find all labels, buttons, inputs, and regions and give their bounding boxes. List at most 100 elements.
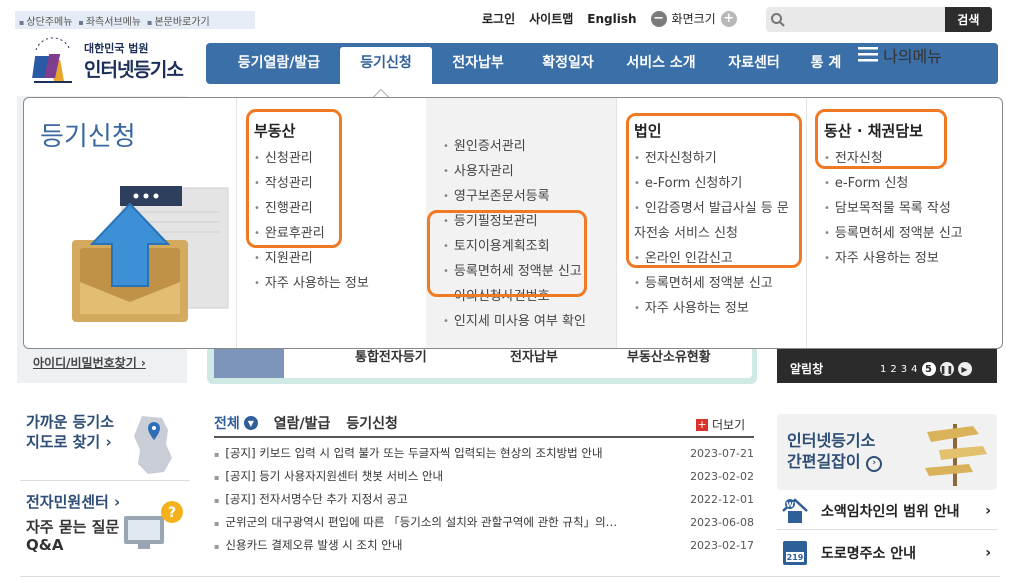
- nav-item-fixed-date[interactable]: 확정일자: [532, 43, 604, 84]
- menu-column-real-estate: 부동산 신청관리 작성관리 진행관리 완료후관리 지원관리 자주 사용하는 정보: [237, 98, 425, 348]
- login-link[interactable]: 로그인: [482, 10, 515, 27]
- skip-link-content[interactable]: 본문바로가기: [147, 13, 209, 28]
- notice-date: 2023-06-08: [690, 516, 754, 529]
- alarm-page-current[interactable]: 5: [921, 362, 936, 376]
- menu-column-corporation: 법인 전자신청하기 e-Form 신청하기 인감증명서 발급사실 등 문자전송 …: [617, 98, 805, 348]
- site-logo[interactable]: 대한민국 법원 인터넷등기소: [26, 36, 196, 88]
- tab-all-label: 전체: [214, 416, 240, 432]
- menu-item-apply-manage[interactable]: 신청관리: [254, 146, 369, 171]
- quick-menu-accent: [214, 344, 284, 378]
- faq-link[interactable]: 자주 묻는 질문 Q&A: [26, 518, 119, 554]
- menu-column-real-estate-extra: 원인증서관리 사용자관리 영구보존문서등록 등기필정보관리 토지이용계획조회 등…: [426, 98, 616, 348]
- tab-registration-apply[interactable]: 등기신청: [346, 413, 398, 433]
- notice-title: 군위군의 대구광역시 편입에 따른 「등기소의 설치와 관할구역에 관한 규칙」…: [214, 511, 664, 534]
- notice-tabs: 전체 ▼ 열람/발급 등기신청: [214, 413, 398, 433]
- easy-guide-banner[interactable]: 인터넷등기소 간편길잡이 ›: [777, 414, 997, 490]
- tab-all[interactable]: 전체 ▼: [214, 413, 258, 433]
- menu-item-collateral-e-apply[interactable]: 전자신청: [824, 146, 963, 171]
- notice-item[interactable]: [공지] 전자서명수단 추가 지정서 공고 2022-12-01: [214, 488, 754, 511]
- menu-heading-real-estate: 부동산: [254, 122, 296, 140]
- notice-title: 신용카드 결제오류 발생 시 조치 안내: [214, 534, 664, 557]
- nav-item-view-issue[interactable]: 등기열람/발급: [224, 43, 334, 84]
- chevron-right-icon: ›: [985, 545, 991, 561]
- faq-title: 자주 묻는 질문: [26, 518, 120, 536]
- small-tenant-range-link[interactable]: W 소액임차인의 범위 안내 ›: [777, 492, 997, 530]
- more-link[interactable]: + 더보기: [696, 416, 745, 433]
- qa-title: Q&A: [26, 536, 64, 554]
- notice-item[interactable]: 군위군의 대구광역시 편입에 따른 「등기소의 설치와 관할구역에 관한 규칙」…: [214, 511, 754, 534]
- menu-item-collateral-eform[interactable]: e-Form 신청: [824, 171, 963, 196]
- alarm-page-2[interactable]: 2: [890, 364, 896, 375]
- menu-item-stamp-tax-check[interactable]: 인지세 미사용 여부 확인: [443, 309, 586, 334]
- banner-title: 인터넷등기소: [787, 431, 876, 450]
- notice-item[interactable]: 신용카드 결제오류 발생 시 조치 안내 2023-02-17: [214, 534, 754, 557]
- notice-list: [공지] 키보드 입력 시 입력 불가 또는 두글자씩 입력되는 현상의 조치방…: [214, 442, 754, 557]
- road-address-link[interactable]: 219 도로명주소 안내 ›: [777, 534, 997, 572]
- map-search-link: 지도로 찾기 ›: [26, 433, 112, 451]
- small-tenant-range-label: 소액임차인의 범위 안내: [821, 503, 960, 520]
- menu-item-collateral-frequent-info[interactable]: 자주 사용하는 정보: [824, 246, 963, 271]
- menu-item-draft-manage[interactable]: 작성관리: [254, 171, 369, 196]
- nav-item-e-payment[interactable]: 전자납부: [442, 43, 514, 84]
- menu-item-corp-license-tax[interactable]: 등록면허세 정액분 신고: [634, 271, 794, 296]
- menu-item-cause-document[interactable]: 원인증서관리: [443, 134, 586, 159]
- menu-item-completion-manage[interactable]: 완료후관리: [254, 221, 369, 246]
- nav-item-statistics[interactable]: 통 계: [802, 43, 850, 84]
- menu-item-land-use-plan[interactable]: 토지이용계획조회: [443, 234, 586, 259]
- menu-item-objection-number[interactable]: 이의신청사건번호: [443, 284, 586, 309]
- registration-mega-menu: 등기신청 부동산 신청관리 작성관리 진행관리 완료후관리 지원관리 자주 사용…: [23, 97, 1003, 349]
- menu-item-eform-apply[interactable]: e-Form 신청하기: [634, 171, 794, 196]
- svg-text:W: W: [786, 501, 794, 509]
- pause-icon[interactable]: ❚❚: [939, 362, 954, 376]
- notice-item[interactable]: [공지] 등기 사용자지원센터 챗봇 서비스 안내 2023-02-02: [214, 465, 754, 488]
- my-menu-button[interactable]: 나의메뉴: [858, 43, 998, 84]
- menu-item-registration-info[interactable]: 등기필정보관리: [443, 209, 586, 234]
- menu-item-permanent-doc[interactable]: 영구보존문서등록: [443, 184, 586, 209]
- search-input[interactable]: [789, 7, 945, 32]
- nav-item-registration-apply[interactable]: 등기신청: [340, 47, 432, 84]
- menu-item-seal-sms-service[interactable]: 인감증명서 발급사실 등 문자전송 서비스 신청: [634, 196, 794, 246]
- tab-view-issue[interactable]: 열람/발급: [274, 413, 331, 433]
- menu-item-progress-manage[interactable]: 진행관리: [254, 196, 369, 221]
- menu-item-user-manage[interactable]: 사용자관리: [443, 159, 586, 184]
- sitemap-link[interactable]: 사이트맵: [529, 10, 573, 27]
- menu-item-frequent-info[interactable]: 자주 사용하는 정보: [254, 271, 369, 296]
- road-address-label: 도로명주소 안내: [821, 546, 917, 562]
- alarm-title: 알림창: [790, 362, 824, 376]
- civil-center-link[interactable]: 전자민원센터 ›: [26, 491, 120, 512]
- menu-item-support-manage[interactable]: 지원관리: [254, 246, 369, 271]
- menu-item-corp-frequent-info[interactable]: 자주 사용하는 정보: [634, 296, 794, 321]
- svg-text:219: 219: [787, 553, 804, 562]
- nav-item-service-intro[interactable]: 서비스 소개: [616, 43, 706, 84]
- zoom-label: 화면크기: [671, 12, 716, 26]
- zoom-out-button[interactable]: −: [650, 10, 667, 27]
- skip-link-top-menu[interactable]: 상단주메뉴: [19, 13, 72, 28]
- menu-item-license-tax[interactable]: 등록면허세 정액분 신고: [443, 259, 586, 284]
- alarm-page-4[interactable]: 4: [911, 364, 917, 375]
- alarm-page-1[interactable]: 1: [880, 364, 886, 375]
- tab-underline: [214, 436, 754, 438]
- notice-title: [공지] 전자서명수단 추가 지정서 공고: [214, 488, 664, 511]
- nav-item-resource-center[interactable]: 자료센터: [718, 43, 790, 84]
- alarm-pagination: 1 2 3 4 5 ❚❚ ▶: [880, 362, 972, 376]
- menu-item-collateral-list[interactable]: 담보목적물 목록 작성: [824, 196, 963, 221]
- menu-item-e-apply[interactable]: 전자신청하기: [634, 146, 794, 171]
- menu-heading-movable-collateral: 동산 · 채권담보: [824, 122, 923, 140]
- english-link[interactable]: English: [587, 12, 636, 26]
- search-button[interactable]: 검색: [944, 7, 992, 32]
- utility-bar: 로그인 사이트맵 English − 화면크기 +: [482, 10, 737, 27]
- menu-item-online-seal[interactable]: 온라인 인감신고: [634, 246, 794, 271]
- skip-link-side-menu[interactable]: 좌측서브메뉴: [78, 13, 141, 28]
- zoom-in-button[interactable]: +: [720, 10, 737, 27]
- id-password-find-link[interactable]: 아이디/비밀번호찾기 ›: [33, 354, 146, 371]
- next-arrow-icon[interactable]: ▶: [957, 362, 972, 376]
- notice-date: 2023-02-02: [690, 470, 754, 483]
- nearby-registry-finder[interactable]: 가까운 등기소 지도로 찾기 ›: [26, 412, 114, 452]
- chevron-down-icon: ▼: [243, 416, 258, 430]
- logo-title: 인터넷등기소: [84, 59, 184, 81]
- alarm-page-3[interactable]: 3: [901, 364, 907, 375]
- mega-menu-title: 등기신청: [40, 122, 136, 152]
- korea-map-icon: [128, 414, 178, 476]
- menu-item-collateral-license-tax[interactable]: 등록면허세 정액분 신고: [824, 221, 963, 246]
- notice-item[interactable]: [공지] 키보드 입력 시 입력 불가 또는 두글자씩 입력되는 현상의 조치방…: [214, 442, 754, 465]
